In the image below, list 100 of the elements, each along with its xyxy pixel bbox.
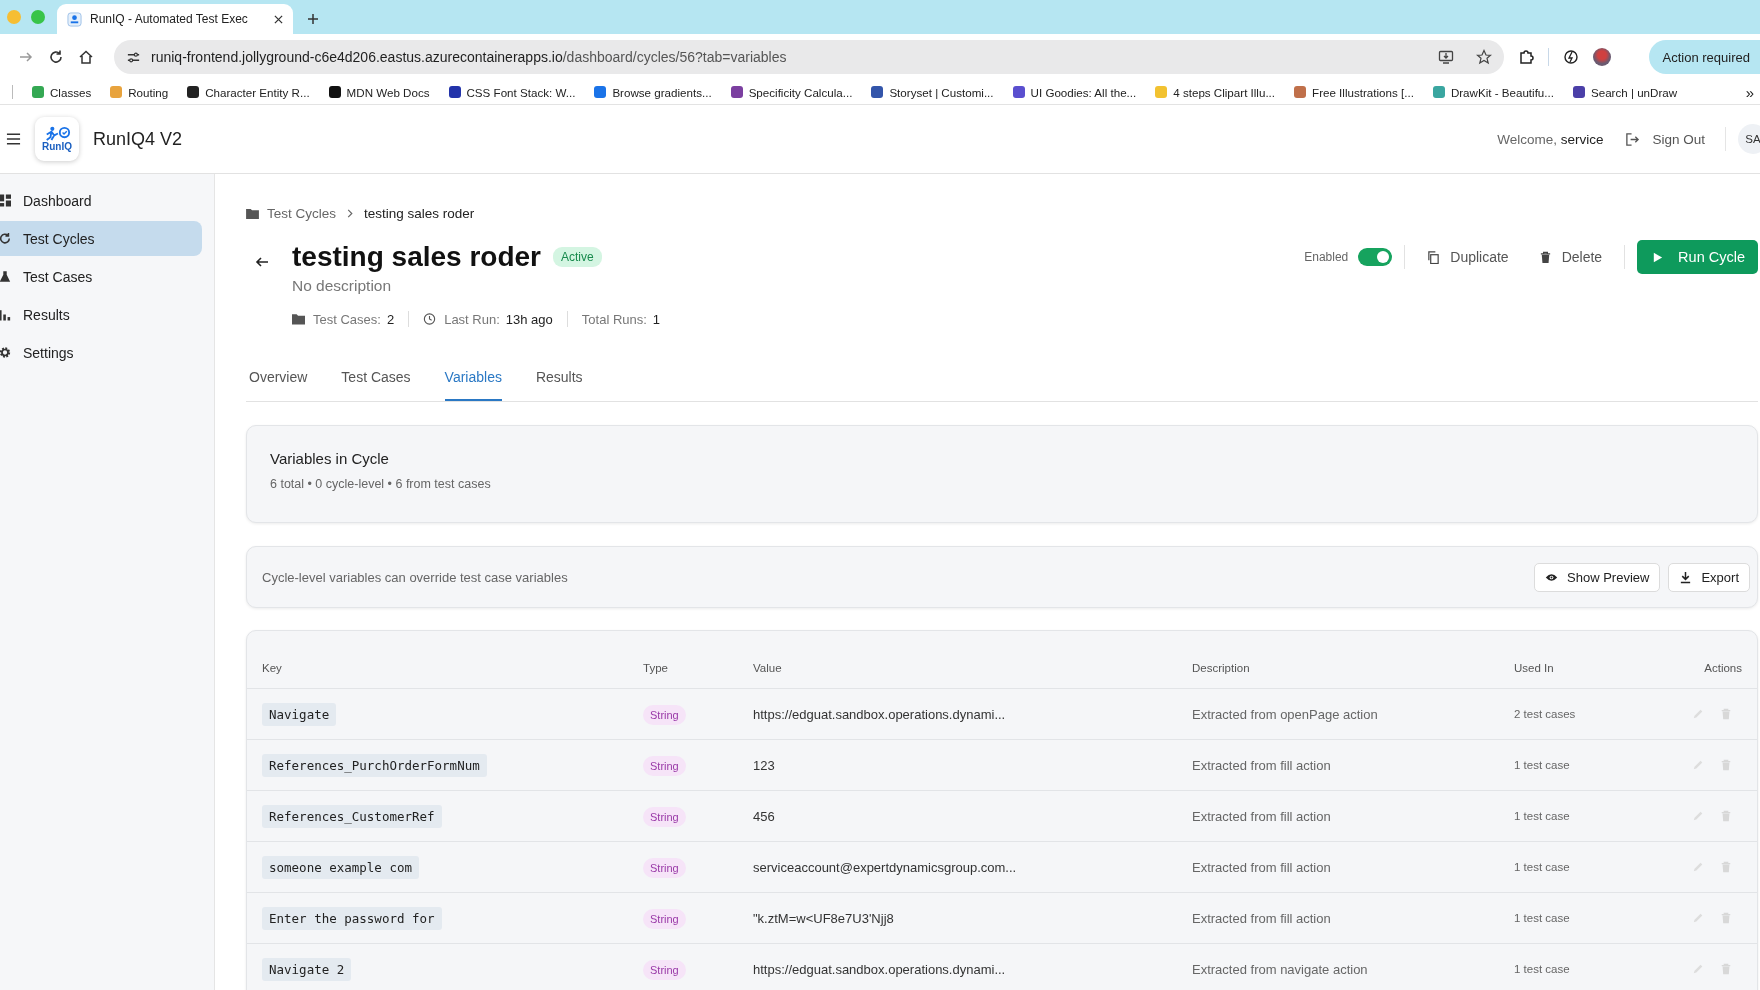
download-icon bbox=[1679, 570, 1693, 584]
description-cell-text: Extracted from fill action bbox=[1192, 808, 1332, 824]
breadcrumb-link[interactable]: Test Cycles bbox=[267, 206, 337, 221]
used-in-cell-text: 1 test case bbox=[1514, 759, 1571, 771]
value-cell-text: https://edguat.sandbox.operations.dynami... bbox=[753, 706, 1007, 722]
bookmark[interactable]: Routing bbox=[110, 85, 169, 99]
sign-out-button[interactable]: Sign Out bbox=[1619, 130, 1711, 148]
bookmark[interactable]: Specificity Calcula... bbox=[730, 85, 853, 99]
bookmark[interactable]: Storyset | Customi... bbox=[871, 85, 994, 99]
install-icon[interactable] bbox=[1438, 49, 1454, 65]
export-button[interactable]: Export bbox=[1668, 562, 1750, 592]
chevron-right-icon bbox=[347, 209, 354, 218]
tab[interactable]: Results bbox=[535, 363, 583, 401]
used-in-cell-text: 1 test case bbox=[1514, 861, 1571, 873]
column-header: Key bbox=[262, 662, 283, 674]
copy-icon bbox=[1427, 250, 1441, 264]
zoom-dot[interactable] bbox=[31, 10, 45, 24]
meta-value: 1 bbox=[652, 311, 661, 327]
welcome-text: Welcome, service bbox=[1497, 131, 1604, 147]
action-required-button[interactable]: Action required bbox=[1648, 40, 1760, 74]
enabled-toggle[interactable] bbox=[1358, 248, 1393, 266]
page-title: testing sales roder bbox=[292, 241, 541, 273]
sidebar-item[interactable]: Results bbox=[0, 297, 202, 332]
bookmark[interactable]: DrawKit - Beautifu... bbox=[1432, 85, 1554, 99]
key-chip: Navigate 2 bbox=[262, 958, 352, 981]
key-chip: References_CustomerRef bbox=[262, 805, 442, 828]
bar-chart-icon bbox=[0, 308, 11, 321]
type-badge: String bbox=[643, 858, 686, 878]
bookmark[interactable]: Free Illustrations [... bbox=[1294, 85, 1414, 99]
key-chip: someone example com bbox=[262, 856, 419, 879]
description-cell-text: Extracted from openPage action bbox=[1192, 706, 1379, 722]
value-cell-text: 456 bbox=[753, 808, 776, 824]
column-header: Actions bbox=[1703, 662, 1742, 674]
show-preview-button[interactable]: Show Preview bbox=[1534, 562, 1661, 592]
bookmark[interactable]: MDN Web Docs bbox=[328, 85, 430, 99]
menu-icon[interactable] bbox=[6, 133, 21, 145]
sidebar-item[interactable]: Test Cycles bbox=[0, 221, 202, 256]
bookmark[interactable]: Character Entity R... bbox=[187, 85, 310, 99]
value-cell-text: https://edguat.sandbox.operations.dynami... bbox=[753, 961, 1007, 977]
meta-value: 2 bbox=[386, 311, 395, 327]
bookmark[interactable]: Search | unDraw bbox=[1572, 85, 1678, 99]
bookmark[interactable]: CSS Font Stack: W... bbox=[448, 85, 576, 99]
tab[interactable]: Test Cases bbox=[341, 363, 411, 401]
bookmark[interactable]: Browse gradients... bbox=[594, 85, 712, 99]
close-icon[interactable] bbox=[274, 14, 283, 24]
bolt-icon[interactable] bbox=[1563, 49, 1579, 65]
type-badge: String bbox=[643, 705, 686, 725]
sign-out-icon bbox=[1625, 131, 1641, 147]
folder-icon bbox=[292, 313, 305, 325]
column-header: Used In bbox=[1514, 662, 1555, 674]
column-header: Description bbox=[1192, 662, 1251, 674]
value-cell-text: "k.ztM=w<UF8e7U3'Njj8 bbox=[753, 910, 895, 926]
bookmark[interactable]: Classes bbox=[32, 85, 92, 99]
bookmark[interactable]: 4 steps Clipart Illu... bbox=[1155, 85, 1276, 99]
column-header: Type bbox=[643, 662, 669, 674]
puzzle-icon[interactable] bbox=[1518, 49, 1534, 65]
sidebar-item[interactable]: Dashboard bbox=[0, 183, 202, 218]
url-text: runiq-frontend.jollyground-c6e4d206.eastus.azurecontainerapps.io/dashboard/cycles/56?tab=variables bbox=[151, 49, 788, 65]
refresh-icon bbox=[0, 232, 11, 245]
tab[interactable]: Variables bbox=[444, 363, 502, 401]
back-arrow-icon[interactable] bbox=[255, 255, 269, 269]
browser-tab[interactable]: RunIQ - Automated Test Exec bbox=[57, 4, 293, 34]
description-cell-text: Extracted from navigate action bbox=[1192, 961, 1369, 977]
duplicate-button[interactable]: Duplicate bbox=[1417, 243, 1519, 271]
minimize-dot[interactable] bbox=[7, 10, 21, 24]
meta-label: Last Run: bbox=[444, 311, 500, 327]
key-chip: Navigate bbox=[262, 703, 337, 726]
clock-icon bbox=[423, 313, 437, 325]
more-bookmarks[interactable]: » bbox=[1745, 83, 1760, 101]
star-icon[interactable] bbox=[1476, 49, 1492, 65]
reload-icon[interactable] bbox=[48, 49, 64, 65]
home-icon[interactable] bbox=[78, 49, 94, 65]
delete-button[interactable]: Delete bbox=[1528, 243, 1613, 271]
meta-label: Test Cases: bbox=[313, 311, 381, 327]
value-cell-text: serviceaccount@expertdynamicsgroup.com... bbox=[753, 859, 1018, 875]
sidebar-item[interactable]: Settings bbox=[0, 335, 202, 370]
key-chip: References_PurchOrderFormNum bbox=[262, 754, 487, 777]
folder-icon bbox=[246, 208, 259, 219]
description-cell-text: Extracted from fill action bbox=[1192, 910, 1332, 926]
type-badge: String bbox=[643, 756, 686, 776]
bookmark[interactable]: UI Goodies: All the... bbox=[1012, 85, 1137, 99]
type-badge: String bbox=[643, 807, 686, 827]
app-name: RunIQ4 V2 bbox=[93, 128, 183, 150]
new-tab-icon[interactable] bbox=[307, 13, 319, 25]
meta-value: 13h ago bbox=[505, 311, 553, 327]
dashboard-icon bbox=[0, 194, 11, 207]
profile-avatar[interactable] bbox=[1593, 48, 1611, 66]
sidebar-item[interactable]: Test Cases bbox=[0, 259, 202, 294]
key-chip: Enter the password for bbox=[262, 907, 442, 930]
used-in-cell-text: 1 test case bbox=[1514, 810, 1571, 822]
type-badge: String bbox=[643, 960, 686, 980]
address-bar[interactable]: runiq-frontend.jollyground-c6e4d206.eastus.azurecontainerapps.io/dashboard/cycles/56?tab=variables bbox=[114, 40, 1504, 74]
run-cycle-button[interactable]: Run Cycle bbox=[1637, 240, 1758, 274]
settings-icon bbox=[0, 346, 11, 359]
type-badge: String bbox=[643, 909, 686, 929]
tab[interactable]: Overview bbox=[249, 363, 308, 401]
user-avatar[interactable]: SA bbox=[1738, 124, 1760, 154]
used-in-cell-text: 2 test cases bbox=[1514, 708, 1577, 720]
meta-label: Total Runs: bbox=[581, 311, 647, 327]
column-header: Value bbox=[753, 662, 783, 674]
